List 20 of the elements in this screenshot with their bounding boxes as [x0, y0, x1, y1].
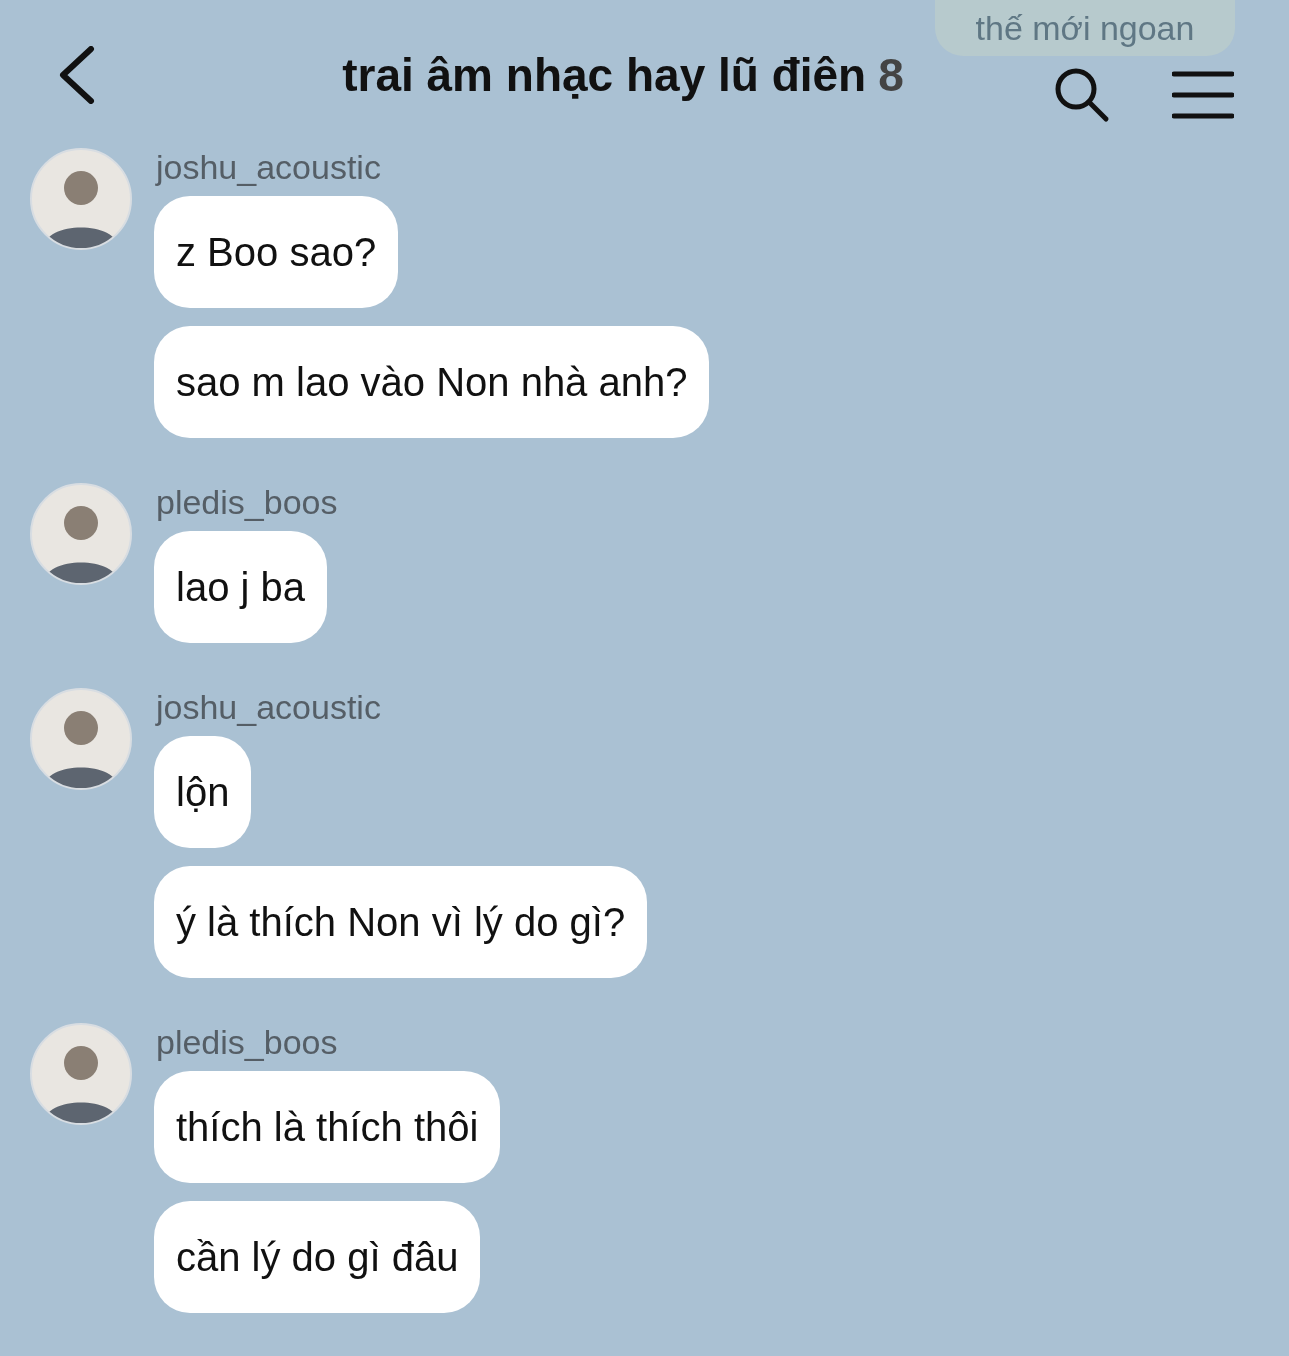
avatar-icon[interactable]: [30, 148, 132, 250]
message-bubble: ý là thích Non vì lý do gì?: [154, 866, 648, 978]
sender-name: pledis_boos: [155, 483, 338, 523]
message-bubble: sao m lao vào Non nhà anh?: [154, 326, 710, 438]
sender-name: joshu_acoustic: [154, 688, 381, 728]
sender-name: joshu_acoustic: [154, 148, 381, 188]
search-icon[interactable]: [1054, 67, 1110, 123]
message-bubble: lao j ba: [154, 531, 327, 643]
faded-message-text: thế mới ngoan: [975, 8, 1195, 48]
member-count: 8: [878, 47, 904, 103]
chat-title: trai âm nhạc hay lũ điên: [342, 47, 867, 103]
avatar-icon[interactable]: [30, 1023, 132, 1125]
message-bubble: lộn: [154, 736, 252, 848]
sender-name: pledis_boos: [155, 1023, 338, 1063]
message-bubble: thích là thích thôi: [154, 1071, 501, 1183]
avatar-icon[interactable]: [30, 688, 132, 790]
avatar-icon[interactable]: [30, 483, 132, 585]
message-bubble: cần lý do gì đâu: [154, 1201, 481, 1313]
menu-icon[interactable]: [1172, 70, 1234, 120]
message-bubble: z Boo sao?: [154, 196, 399, 308]
